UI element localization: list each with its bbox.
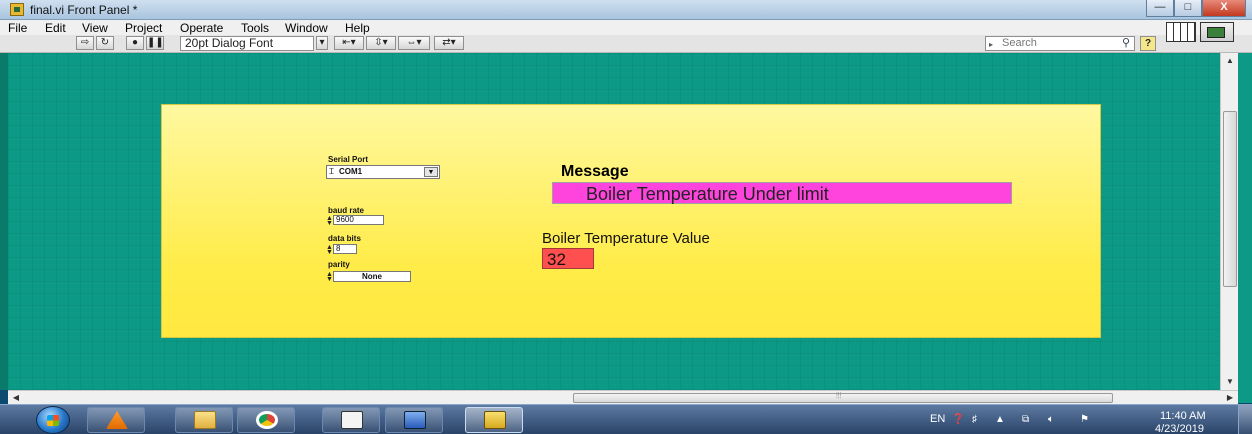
word-icon	[404, 411, 426, 429]
context-help-icon[interactable]: ?	[1140, 36, 1156, 51]
run-continuously-icon[interactable]: ↻	[96, 36, 114, 50]
parity-label: parity	[328, 260, 350, 269]
taskbar: EN ❓ ♯ ▲ ⧉ 🔈︎ ⚑ 11:40 AM 4/23/2019	[0, 404, 1252, 434]
labview-icon	[484, 411, 506, 429]
grip-icon: ⦙⦙⦙	[836, 391, 842, 400]
start-button[interactable]	[36, 406, 70, 434]
volume-icon[interactable]: 🔈︎	[1048, 414, 1054, 425]
serial-port-control[interactable]: Ꮖ COM1 ▼	[326, 165, 440, 179]
io-icon: Ꮖ	[329, 167, 335, 176]
chrome-icon	[256, 411, 278, 429]
scroll-left-icon[interactable]: ◀	[8, 391, 24, 404]
horizontal-scroll-thumb[interactable]: ⦙⦙⦙	[573, 391, 1113, 403]
show-hidden-icon[interactable]: ▲	[995, 414, 1005, 425]
device-icon	[341, 411, 363, 429]
run-arrow-icon[interactable]: ⇨	[76, 36, 94, 50]
menu-view[interactable]: View	[82, 21, 108, 35]
vertical-scrollbar[interactable]: ▲ ▼	[1220, 53, 1238, 390]
clock-time[interactable]: 11:40 AM	[1160, 410, 1206, 422]
connector-pane-icon[interactable]	[1166, 22, 1196, 42]
chevron-down-icon[interactable]: ▼	[424, 167, 438, 177]
resize-objects-icon[interactable]: ⇔▾	[398, 36, 430, 50]
taskbar-labview[interactable]	[465, 407, 523, 433]
menu-operate[interactable]: Operate	[180, 21, 223, 35]
distribute-objects-icon[interactable]: ⇳▾	[366, 36, 396, 50]
menu-help[interactable]: Help	[345, 21, 370, 35]
align-objects-icon[interactable]: ⇤▾	[334, 36, 364, 50]
search-input[interactable]: ▸ Search ⚲	[985, 36, 1135, 51]
scroll-right-icon[interactable]: ▶	[1222, 391, 1238, 404]
clock-date[interactable]: 4/23/2019	[1155, 423, 1204, 434]
parity-increment-icon[interactable]: ▲ ▼	[326, 271, 333, 283]
search-arrow-icon: ▸	[989, 40, 994, 49]
horizontal-scrollbar[interactable]: ◀ ⦙⦙⦙ ▶	[8, 390, 1238, 404]
menu-edit[interactable]: Edit	[45, 21, 66, 35]
folder-icon	[194, 411, 216, 429]
taskbar-vlc[interactable]	[87, 407, 145, 433]
show-desktop-button[interactable]	[1238, 405, 1252, 434]
serial-port-value: COM1	[339, 167, 363, 176]
message-label: Message	[561, 163, 629, 180]
scroll-up-icon[interactable]: ▲	[1221, 53, 1239, 69]
yellow-decoration	[161, 104, 1101, 338]
menu-tools[interactable]: Tools	[241, 21, 269, 35]
help-tray-icon[interactable]: ❓	[952, 414, 964, 425]
close-button[interactable]: X	[1202, 0, 1246, 17]
network-icon[interactable]: ⧉	[1022, 414, 1029, 425]
window-controls: — □ X	[1146, 0, 1246, 17]
minimize-button[interactable]: —	[1146, 0, 1174, 17]
panel-right-edge	[1238, 53, 1252, 403]
toolbar: ⇨ ↻ ● ❚❚ 20pt Dialog Font ▾ ⇤▾ ⇳▾ ⇔▾ ⇄▾ …	[0, 35, 1252, 53]
taskbar-explorer[interactable]	[175, 407, 233, 433]
menu-window[interactable]: Window	[285, 21, 328, 35]
menu-project[interactable]: Project	[125, 21, 162, 35]
vertical-scroll-thumb[interactable]	[1223, 111, 1237, 287]
taskbar-chrome[interactable]	[237, 407, 295, 433]
vlc-cone-icon	[106, 411, 128, 429]
vi-icon[interactable]	[1200, 22, 1234, 42]
temperature-indicator: 32	[542, 248, 594, 269]
font-select[interactable]: 20pt Dialog Font	[180, 36, 314, 51]
title-bar: final.vi Front Panel * — □ X	[0, 0, 1252, 20]
data-bits-increment-icon[interactable]: ▲ ▼	[326, 244, 333, 256]
menu-file[interactable]: File	[8, 21, 27, 35]
window-title: final.vi Front Panel *	[30, 3, 138, 17]
labview-vi-icon	[10, 3, 24, 16]
message-indicator: Boiler Temperature Under limit	[552, 182, 1012, 204]
parity-input[interactable]: None	[333, 271, 411, 282]
baud-rate-label: baud rate	[328, 206, 365, 215]
scroll-down-icon[interactable]: ▼	[1221, 374, 1239, 390]
font-dropdown-icon[interactable]: ▾	[316, 36, 328, 50]
data-bits-input[interactable]: 8	[333, 244, 357, 254]
language-indicator[interactable]: EN	[930, 413, 945, 425]
taskbar-device-manager[interactable]	[322, 407, 380, 433]
data-bits-label: data bits	[328, 234, 361, 243]
taskbar-word[interactable]	[385, 407, 443, 433]
baud-rate-input[interactable]: 9600	[333, 215, 384, 225]
flag-icon[interactable]: ⚑	[1080, 414, 1089, 425]
panel-left-edge	[0, 53, 8, 390]
pause-icon[interactable]: ❚❚	[146, 36, 164, 50]
serial-port-label: Serial Port	[328, 155, 369, 164]
notification-icon[interactable]: ♯	[972, 414, 977, 425]
menu-bar: File Edit View Project Operate Tools Win…	[0, 20, 1252, 35]
abort-icon[interactable]: ●	[126, 36, 144, 50]
search-placeholder: Search	[1002, 37, 1037, 49]
temperature-label: Boiler Temperature Value	[542, 230, 710, 247]
baud-rate-increment-icon[interactable]: ▲ ▼	[326, 215, 333, 227]
maximize-button[interactable]: □	[1174, 0, 1202, 17]
search-icon[interactable]: ⚲	[1122, 37, 1130, 50]
reorder-icon[interactable]: ⇄▾	[434, 36, 464, 50]
